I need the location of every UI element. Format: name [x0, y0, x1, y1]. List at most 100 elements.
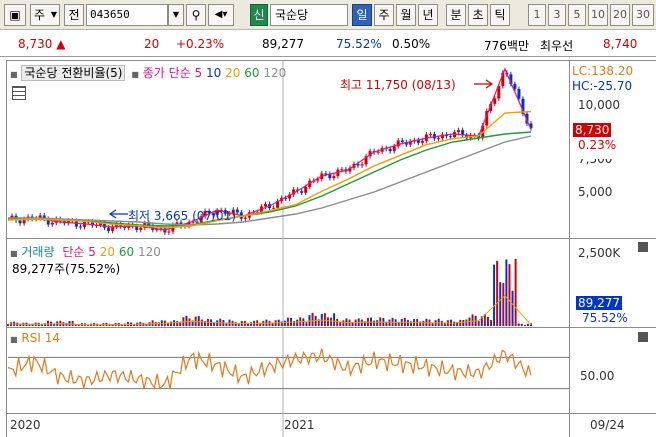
candle-body: [82, 222, 86, 228]
volume-bar: [200, 319, 203, 326]
ma20-line: [7, 110, 532, 229]
candle-body: [376, 151, 380, 153]
current-price-tag: 8,730: [573, 123, 612, 137]
ma120-label: 120: [263, 66, 287, 80]
volume-bar: [397, 322, 400, 326]
ma-label: 종가 단순: [142, 66, 191, 80]
volume-bar: [526, 323, 529, 326]
volume-bar: [505, 259, 508, 326]
candle-body: [18, 220, 22, 224]
candle-body: [340, 169, 344, 171]
volume-bar: [185, 315, 188, 326]
vol-ma5-label: 5: [88, 245, 96, 259]
candle-body: [449, 136, 453, 138]
volume-current-tag: 89,277: [576, 296, 622, 310]
rsi-panel-close-icon[interactable]: [638, 332, 648, 342]
candle-body: [428, 134, 432, 136]
ma60-label: 60: [244, 66, 260, 80]
volume-bar: [351, 322, 354, 326]
volume-bar: [234, 322, 237, 326]
volume-bar: [388, 319, 391, 326]
price-tick-10000: 10,000: [578, 98, 620, 112]
volume-bar: [311, 312, 314, 326]
volume-bar: [477, 321, 480, 326]
volume-bar: [493, 264, 496, 326]
volume-bar: [490, 320, 493, 326]
candle-body: [392, 146, 396, 152]
volume-bar: [197, 316, 200, 326]
grid-icon[interactable]: [12, 86, 26, 100]
volume-pct-tag: 75.52%: [582, 311, 628, 325]
candle-body: [300, 191, 304, 193]
candle-body: [263, 204, 267, 207]
volume-bar: [333, 313, 336, 326]
volume-bar: [523, 324, 526, 326]
rsi-tick-50: 50.00: [580, 369, 615, 383]
volume-bar: [511, 290, 514, 326]
volume-panel-legend: ■ 거래량 단순 5 20 60 120: [10, 243, 161, 260]
volume-bar: [188, 318, 191, 326]
volume-bar: [157, 322, 160, 326]
candle-body: [50, 222, 54, 225]
x-label-2021: 2021: [284, 418, 315, 432]
x-label-right: 09/24: [590, 418, 625, 432]
volume-bar: [326, 317, 329, 326]
volume-bar: [305, 322, 308, 326]
panel-marker-icon: ■: [131, 70, 139, 79]
volume-bar: [330, 317, 333, 326]
candle-body: [332, 176, 336, 179]
volume-bar: [502, 283, 505, 326]
volume-bar: [453, 321, 456, 326]
vol-ma120-label: 120: [137, 245, 161, 259]
rsi-panel-legend: ■ RSI 14: [10, 331, 60, 345]
volume-bar: [336, 318, 339, 326]
volume-bar: [323, 313, 326, 326]
volume-panel-title[interactable]: 거래량: [21, 245, 54, 259]
candle-body: [388, 148, 392, 152]
volume-bar: [471, 314, 474, 326]
x-label-2020: 2020: [10, 418, 41, 432]
candle-body: [243, 217, 247, 219]
volume-bar: [342, 320, 345, 326]
price-series-line: [8, 131, 532, 227]
volume-bar: [296, 319, 299, 326]
volume-panel-close-icon[interactable]: [638, 242, 648, 252]
volume-bar: [302, 318, 305, 326]
price-panel-legend: ■ 국순당 전환비율(5) ■ 종가 단순 5 10 20 60 120: [10, 64, 286, 81]
lc-label: LC:138.20: [572, 64, 634, 78]
candle-body: [517, 88, 521, 99]
volume-bar: [283, 320, 286, 326]
volume-bar: [422, 320, 425, 326]
low-note: 최저 3,665 (07/01): [128, 209, 237, 223]
candle-body: [420, 140, 424, 143]
volume-bar: [176, 321, 179, 326]
ma20-label: 20: [225, 66, 241, 80]
candle-body: [457, 130, 461, 133]
volume-bar: [462, 319, 465, 326]
candle-body: [493, 98, 497, 104]
volume-bar: [376, 320, 379, 326]
panel-marker-icon: ■: [10, 335, 18, 344]
rsi-panel-title[interactable]: RSI 14: [21, 331, 60, 345]
volume-bar: [440, 320, 443, 326]
volume-bar: [406, 320, 409, 326]
volume-bar: [496, 260, 499, 326]
panel-marker-icon: ■: [10, 249, 18, 258]
volume-bar: [151, 320, 154, 326]
volume-bar: [373, 320, 376, 326]
vol-ma60-label: 60: [118, 245, 135, 259]
price-panel-title[interactable]: 국순당 전환비율(5): [21, 65, 126, 81]
candle-body: [400, 140, 404, 143]
ma10-label: 10: [205, 66, 222, 80]
high-note: 최고 11,750 (08/13): [340, 78, 456, 92]
candle-body: [78, 226, 82, 228]
volume-tick-top: 2,500K: [578, 246, 621, 260]
volume-bar: [250, 322, 253, 326]
volume-ma-label: 단순: [62, 245, 85, 259]
volume-bar: [170, 321, 173, 326]
volume-bar: [286, 317, 289, 326]
pct-tag: 0.23%: [578, 138, 617, 152]
candle-body: [167, 231, 171, 233]
volume-bar: [465, 319, 468, 326]
volume-value-text: 89,277주(75.52%): [12, 262, 121, 276]
